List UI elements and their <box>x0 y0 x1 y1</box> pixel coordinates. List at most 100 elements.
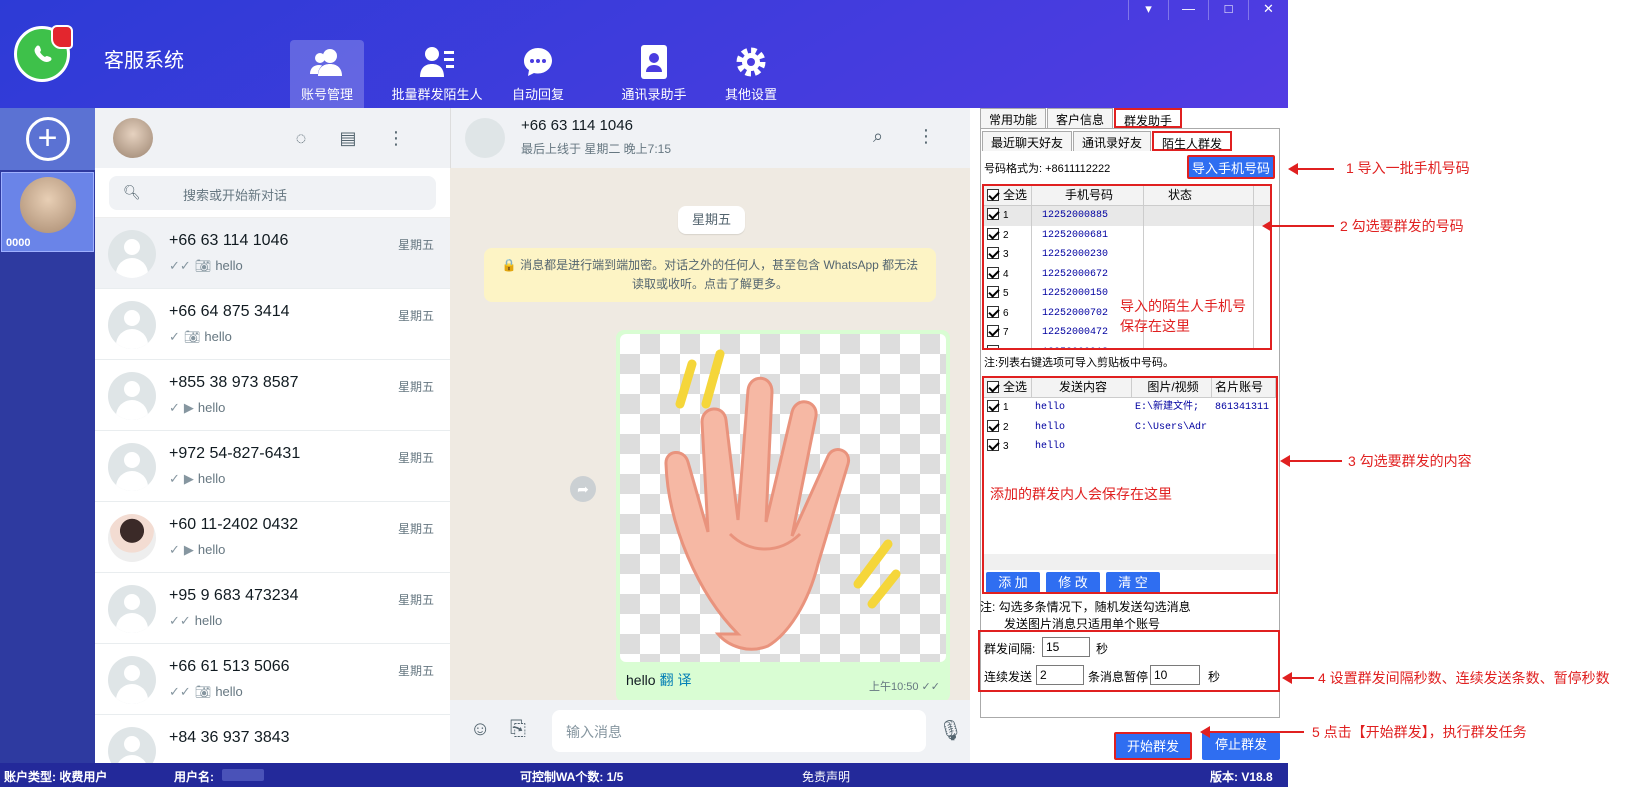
window-menu-button[interactable]: ▾ <box>1128 0 1168 20</box>
contact-name: +972 54-827-6431 <box>169 445 301 462</box>
import-phone-numbers-button[interactable]: 导入手机号码 <box>1187 155 1275 179</box>
row-checkbox[interactable] <box>987 325 999 337</box>
avatar[interactable] <box>465 118 505 158</box>
encryption-notice[interactable]: 🔒 消息都是进行端到端加密。对话之外的任何人，甚至包含 WhatsApp 都无法… <box>484 248 936 302</box>
message-input[interactable]: 输入消息 <box>552 710 926 752</box>
main-tabs: 常用功能 客户信息 群发助手 <box>980 108 1183 128</box>
message-bubble[interactable]: hello 翻 译 上午10:50 ✓✓ <box>616 330 950 702</box>
whatsapp-logo-icon <box>14 25 73 82</box>
table-row[interactable]: 1 hello E:\新建文件; 861341311 <box>984 398 1276 418</box>
chat-list-item[interactable]: +95 9 683 473234 星期五 ✓✓ hello <box>95 573 450 644</box>
content-card <box>1212 418 1276 438</box>
maximize-button[interactable]: □ <box>1208 0 1248 20</box>
sticker-image[interactable] <box>620 334 946 662</box>
row-checkbox[interactable] <box>987 227 999 240</box>
menu-dots-icon[interactable]: ⋮ <box>917 126 935 147</box>
status-icon[interactable]: ◌ <box>290 128 312 150</box>
random-send-note: 注: 勾选多条情况下，随机发送勾选消息 <box>980 600 1191 614</box>
search-icon[interactable]: ⌕ <box>873 126 883 147</box>
column-header: 图片/视频 <box>1132 378 1212 397</box>
nav-contacts-helper[interactable]: 通讯录助手 <box>614 40 694 108</box>
select-all-checkbox[interactable]: 全选 <box>984 186 1032 205</box>
consecutive-input[interactable]: 2 <box>1036 665 1084 685</box>
nav-account-management[interactable]: 账号管理 <box>290 40 364 108</box>
tab-common-functions[interactable]: 常用功能 <box>980 108 1047 128</box>
chat-list-item[interactable]: +855 38 973 8587 星期五 ✓ ▶ hello <box>95 360 450 431</box>
horizontal-scrollbar[interactable] <box>984 554 1276 570</box>
chat-list-item[interactable]: +972 54-827-6431 星期五 ✓ ▶ hello <box>95 431 450 502</box>
contact-name: +95 9 683 473234 <box>169 587 299 604</box>
attach-icon[interactable]: ⎘ <box>510 718 526 741</box>
tab-stranger-bulk-send[interactable]: 陌生人群发 <box>1152 131 1233 151</box>
chat-list-item[interactable]: +60 11-2402 0432 星期五 ✓ ▶ hello <box>95 502 450 573</box>
start-bulk-send-button[interactable]: 开始群发 <box>1114 732 1192 760</box>
annotation-step-5: 5 点击【开始群发】，执行群发任务 <box>1312 724 1527 740</box>
pause-input[interactable]: 10 <box>1150 665 1200 685</box>
row-checkbox[interactable] <box>987 266 999 279</box>
tab-bulk-send-helper[interactable]: 群发助手 <box>1114 108 1183 128</box>
table-row[interactable]: 3 hello <box>984 437 1276 457</box>
window-controls: ▾ — □ ✕ <box>1128 0 1288 20</box>
row-checkbox[interactable] <box>987 208 999 220</box>
last-message: ✓ ▶ hello <box>169 542 226 557</box>
row-checkbox[interactable] <box>987 305 999 318</box>
row-checkbox[interactable] <box>987 419 999 432</box>
chat-list-item[interactable]: +66 63 114 1046 星期五 ✓✓ 📷︎ hello <box>95 218 450 289</box>
column-header: 发送内容 <box>1032 378 1132 397</box>
conversation-header[interactable]: +66 63 114 1046 最后上线于 星期二 晚上7:15 ⌕ ⋮ <box>450 108 970 168</box>
video-icon: ▶ <box>183 471 194 486</box>
add-content-button[interactable]: 添 加 <box>986 572 1040 592</box>
table-row[interactable]: 3 12252000230 <box>984 245 1270 265</box>
tab-customer-info[interactable]: 客户信息 <box>1047 108 1114 128</box>
row-checkbox[interactable] <box>987 344 999 348</box>
row-checkbox[interactable] <box>987 400 999 412</box>
microphone-icon[interactable]: 🎙︎ <box>938 718 963 743</box>
forward-icon[interactable]: ➦ <box>570 476 596 502</box>
video-icon: ▶ <box>183 400 194 415</box>
account-type: 账户类型: 收费用户 <box>4 770 108 784</box>
day-badge: 星期五 <box>678 206 746 234</box>
table-row[interactable]: 812252000913 <box>984 342 1270 348</box>
interval-input[interactable]: 15 <box>1042 637 1090 657</box>
row-checkbox[interactable] <box>987 439 999 451</box>
chat-list-item[interactable]: +84 36 937 3843 <box>95 715 450 763</box>
account-item[interactable]: 0000 <box>1 172 94 252</box>
edit-content-button[interactable]: 修 改 <box>1046 572 1100 592</box>
add-account-button[interactable]: + <box>0 108 95 170</box>
clear-content-button[interactable]: 清 空 <box>1106 572 1160 592</box>
nav-other-settings[interactable]: 其他设置 <box>716 40 786 108</box>
minimize-button[interactable]: — <box>1168 0 1208 20</box>
menu-dots-icon[interactable]: ⋮ <box>385 128 407 150</box>
table-row[interactable]: 2 hello C:\Users\Adr <box>984 418 1276 438</box>
tab-contacts-friends[interactable]: 通讯录好友 <box>1073 131 1152 151</box>
chat-list-item[interactable]: +66 61 513 5066 星期五 ✓✓ 📷︎ hello <box>95 644 450 715</box>
new-chat-icon[interactable]: ▤ <box>337 128 359 150</box>
table-row[interactable]: 4 12252000672 <box>984 264 1270 284</box>
nav-auto-reply[interactable]: 自动回复 <box>506 40 570 108</box>
disclaimer-link[interactable]: 免责声明 <box>802 768 850 785</box>
stop-bulk-send-button[interactable]: 停止群发 <box>1202 732 1280 760</box>
close-button[interactable]: ✕ <box>1248 0 1288 20</box>
tab-recent-chats[interactable]: 最近聊天好友 <box>982 131 1073 151</box>
content-card: 861341311 <box>1215 402 1270 413</box>
content-table: 全选 发送内容 图片/视频 名片账号 1 hello E:\新建文件; 8613413… <box>982 376 1278 594</box>
number-format-label: 号码格式为: +8611112222 <box>984 163 1111 175</box>
row-checkbox[interactable] <box>987 286 999 298</box>
table-row[interactable]: 2 12252000681 <box>984 225 1270 245</box>
select-all-checkbox[interactable]: 全选 <box>984 378 1032 397</box>
avatar <box>108 727 156 763</box>
username-label: 用户名: <box>174 770 214 784</box>
message-day: 星期五 <box>397 522 434 536</box>
translate-link[interactable]: 翻 译 <box>660 672 692 688</box>
nav-bulk-send-strangers[interactable]: 批量群发陌生人 <box>386 40 488 108</box>
avatar[interactable] <box>113 118 153 158</box>
table-row[interactable]: 1 12252000885 <box>984 206 1270 226</box>
chat-list-item[interactable]: +66 64 875 3414 星期五 ✓ 📷︎ hello <box>95 289 450 360</box>
account-sidebar: + 0000 <box>0 108 95 763</box>
search-input[interactable]: 🔍︎ 搜索或开始新对话 <box>109 176 436 210</box>
seconds-label: 秒 <box>1096 642 1109 656</box>
message-day: 星期五 <box>397 451 434 465</box>
emoji-icon[interactable]: ☺ <box>470 718 490 741</box>
row-checkbox[interactable] <box>987 247 999 259</box>
content-text: hello <box>1035 421 1066 433</box>
